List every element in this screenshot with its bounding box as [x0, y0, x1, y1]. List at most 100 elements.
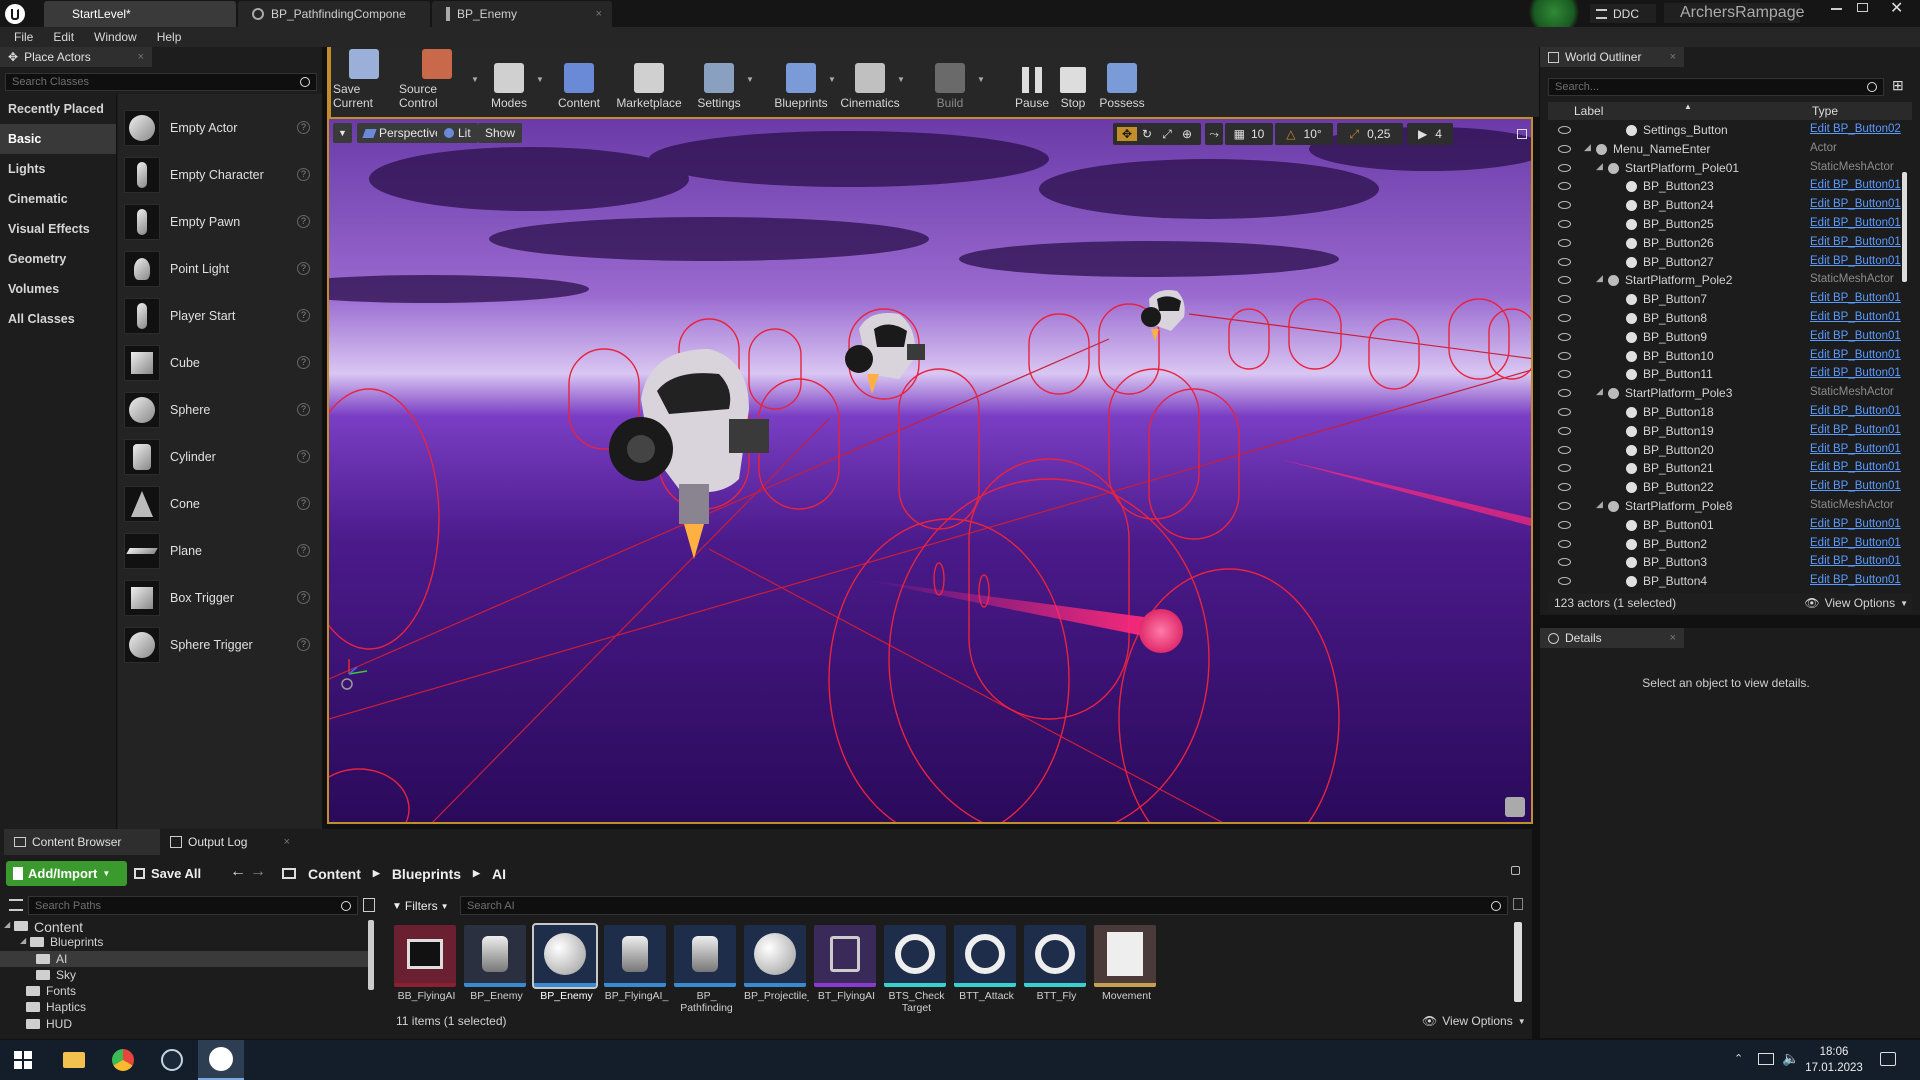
actor-item-cube[interactable]: Cube?: [124, 339, 320, 386]
visibility-eye-icon[interactable]: [1558, 520, 1571, 529]
breadcrumb-ai[interactable]: AI: [492, 866, 506, 882]
column-type[interactable]: Type: [1812, 104, 1838, 118]
view-options-button[interactable]: 👁 View Options ▼: [1804, 596, 1908, 610]
visibility-eye-icon[interactable]: [1558, 126, 1571, 134]
outliner-row[interactable]: BP_Button24 Edit BP_Button01: [1548, 196, 1912, 215]
actor-item-plane[interactable]: Plane?: [124, 527, 320, 574]
category-lights[interactable]: Lights: [0, 154, 116, 184]
rotation-snap-toggle[interactable]: △ 10°: [1275, 123, 1333, 145]
row-type[interactable]: Edit BP_Button01: [1810, 367, 1901, 379]
help-icon[interactable]: ?: [297, 544, 310, 557]
asset-bt-flyingai-6[interactable]: BT_FlyingAI: [814, 925, 879, 1009]
row-type[interactable]: Edit BP_Button01: [1810, 349, 1901, 361]
folder-hud[interactable]: HUD: [0, 1016, 368, 1032]
outliner-row[interactable]: BP_Button4 Edit BP_Button01: [1548, 572, 1912, 591]
close-icon[interactable]: ×: [1670, 51, 1676, 63]
outliner-row[interactable]: BP_Button22 Edit BP_Button01: [1548, 478, 1912, 497]
category-basic[interactable]: Basic: [0, 124, 116, 154]
visibility-eye-icon[interactable]: [1558, 445, 1571, 454]
row-type[interactable]: Edit BP_Button01: [1810, 480, 1901, 492]
lock-icon[interactable]: [1511, 866, 1520, 875]
close-icon[interactable]: ×: [138, 51, 144, 63]
category-geometry[interactable]: Geometry: [0, 244, 116, 274]
asset-bts-check-target-7[interactable]: BTS_Check Target: [884, 925, 949, 1014]
cinematics-button[interactable]: Cinematics: [839, 47, 901, 117]
row-type[interactable]: Edit BP_Button01: [1810, 443, 1901, 455]
scale-icon[interactable]: ⤢: [1157, 127, 1177, 142]
outliner-row[interactable]: BP_Button7 Edit BP_Button01: [1548, 290, 1912, 309]
menu-help[interactable]: Help: [147, 27, 192, 47]
category-cinematic[interactable]: Cinematic: [0, 184, 116, 214]
content-button[interactable]: Content: [548, 47, 610, 117]
modes-button[interactable]: Modes: [478, 47, 540, 117]
unreal-logo-icon[interactable]: [4, 3, 26, 25]
row-type[interactable]: Edit BP_Button01: [1810, 292, 1901, 304]
close-window-button[interactable]: ✕: [1890, 0, 1903, 18]
outliner-row[interactable]: BP_Button27 Edit BP_Button01: [1548, 253, 1912, 272]
menu-edit[interactable]: Edit: [43, 27, 84, 47]
outliner-row[interactable]: BP_Button20 Edit BP_Button01: [1548, 441, 1912, 460]
outliner-row[interactable]: BP_Button10 Edit BP_Button01: [1548, 347, 1912, 366]
tab-bp-enemy[interactable]: BP_Enemy ×: [432, 1, 612, 27]
expand-arrow-icon[interactable]: ◢: [20, 936, 26, 945]
perspective-button[interactable]: Perspective: [357, 123, 449, 143]
asset-btt-fly-9[interactable]: BTT_Fly: [1024, 925, 1089, 1009]
marketplace-button[interactable]: Marketplace: [616, 47, 682, 117]
expand-arrow-icon[interactable]: ◢: [4, 920, 10, 929]
expand-arrow-icon[interactable]: ◢: [1584, 142, 1591, 153]
row-type[interactable]: Edit BP_Button01: [1810, 198, 1901, 210]
visibility-eye-icon[interactable]: [1558, 313, 1571, 322]
help-icon[interactable]: ?: [297, 591, 310, 604]
outliner-row[interactable]: BP_Button19 Edit BP_Button01: [1548, 422, 1912, 441]
outliner-row[interactable]: BP_Button3 Edit BP_Button01: [1548, 553, 1912, 572]
row-type[interactable]: Edit BP_Button01: [1810, 311, 1901, 323]
steam-icon[interactable]: [149, 1040, 195, 1080]
add-filter-icon[interactable]: ⊞: [1892, 77, 1904, 94]
category-recently-placed[interactable]: Recently Placed: [0, 94, 116, 124]
cb-view-options-button[interactable]: 👁 View Options ▼: [1422, 1014, 1526, 1028]
folder-blueprints[interactable]: ◢ Blueprints: [0, 934, 368, 950]
row-type[interactable]: Edit BP_Button02: [1810, 123, 1901, 135]
surface-snap-icon[interactable]: ⤳: [1205, 123, 1223, 145]
settings-button[interactable]: Settings: [688, 47, 750, 117]
rotate-icon[interactable]: ↻: [1137, 127, 1157, 141]
expand-arrow-icon[interactable]: ◢: [1596, 386, 1603, 397]
tab-start-level[interactable]: StartLevel*: [44, 1, 236, 27]
chevron-down-icon[interactable]: ▼: [897, 75, 905, 84]
breadcrumb-blueprints[interactable]: Blueprints: [392, 866, 461, 882]
chevron-right-icon[interactable]: ▶: [373, 868, 380, 879]
help-icon[interactable]: ?: [297, 403, 310, 416]
outliner-row[interactable]: BP_Button2 Edit BP_Button01: [1548, 535, 1912, 554]
outliner-row[interactable]: BP_Button26 Edit BP_Button01: [1548, 234, 1912, 253]
add-import-button[interactable]: Add/Import ▼: [6, 861, 127, 886]
visibility-eye-icon[interactable]: [1558, 464, 1571, 473]
help-icon[interactable]: ?: [297, 638, 310, 651]
outliner-row[interactable]: ◢ StartPlatform_Pole8 StaticMeshActor: [1548, 497, 1912, 516]
chrome-icon[interactable]: [100, 1040, 146, 1080]
visibility-eye-icon[interactable]: [1558, 577, 1571, 586]
search-paths-input[interactable]: Search Paths: [28, 896, 358, 915]
row-type[interactable]: Edit BP_Button01: [1810, 537, 1901, 549]
visibility-eye-icon[interactable]: [1558, 238, 1571, 247]
category-visual-effects[interactable]: Visual Effects: [0, 214, 116, 244]
search-classes-input[interactable]: Search Classes: [5, 73, 317, 91]
actor-item-point-light[interactable]: Point Light?: [124, 245, 320, 292]
actor-item-box-trigger[interactable]: Box Trigger?: [124, 574, 320, 621]
outliner-row[interactable]: BP_Button25 Edit BP_Button01: [1548, 215, 1912, 234]
row-type[interactable]: Edit BP_Button01: [1810, 179, 1901, 191]
actor-item-empty-actor[interactable]: Empty Actor?: [124, 104, 320, 151]
sources-toggle-icon[interactable]: [9, 899, 23, 911]
show-flags-button[interactable]: Show: [478, 123, 523, 143]
visibility-eye-icon[interactable]: [1558, 370, 1571, 379]
asset-btt-attack-8[interactable]: BTT_Attack: [954, 925, 1019, 1009]
volume-icon[interactable]: 🔈: [1782, 1050, 1799, 1067]
output-log-tab[interactable]: Output Log ×: [160, 829, 300, 855]
chevron-down-icon[interactable]: ▼: [828, 75, 836, 84]
collections-toggle-icon[interactable]: [363, 898, 375, 912]
tab-bp-pathfinding[interactable]: BP_PathfindingCompone: [238, 1, 430, 27]
visibility-eye-icon[interactable]: [1558, 539, 1571, 548]
folder-tree-scrollbar[interactable]: [368, 920, 374, 990]
outliner-search-input[interactable]: Search...: [1548, 78, 1884, 96]
file-explorer-icon[interactable]: [51, 1040, 97, 1080]
world-outliner-tab[interactable]: World Outliner ×: [1540, 47, 1684, 67]
